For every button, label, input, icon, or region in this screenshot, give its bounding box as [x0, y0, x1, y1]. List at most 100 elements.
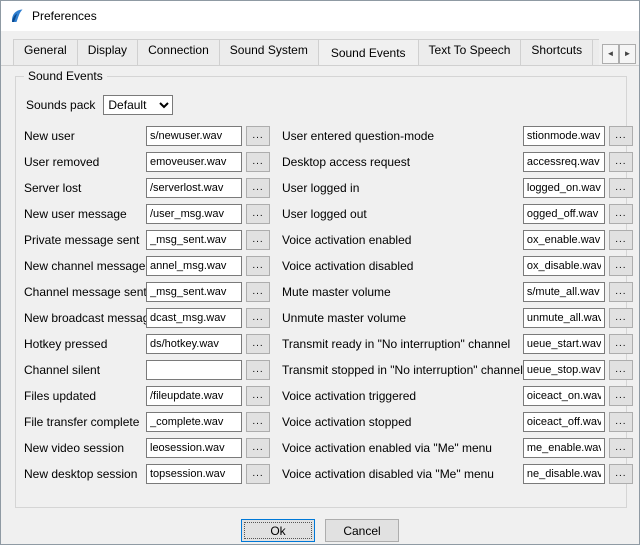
browse-button[interactable]: ... — [246, 360, 270, 380]
sound-event-row: New video session... — [24, 435, 270, 461]
browse-button[interactable]: ... — [246, 204, 270, 224]
sound-file-input[interactable] — [146, 360, 242, 380]
sounds-pack-label: Sounds pack — [26, 98, 95, 112]
browse-button[interactable]: ... — [246, 308, 270, 328]
app-icon — [9, 8, 25, 24]
sound-file-input[interactable] — [146, 282, 242, 302]
browse-button[interactable]: ... — [246, 334, 270, 354]
sound-event-row: Server lost... — [24, 175, 270, 201]
sound-event-row: New desktop session... — [24, 461, 270, 487]
browse-button[interactable]: ... — [246, 464, 270, 484]
browse-button[interactable]: ... — [246, 126, 270, 146]
sound-event-row: Channel silent... — [24, 357, 270, 383]
browse-button[interactable]: ... — [609, 282, 633, 302]
sound-file-input[interactable] — [146, 178, 242, 198]
browse-button[interactable]: ... — [609, 152, 633, 172]
sound-file-input[interactable] — [523, 204, 605, 224]
sound-file-input[interactable] — [523, 256, 605, 276]
sound-file-input[interactable] — [523, 412, 605, 432]
browse-button[interactable]: ... — [609, 256, 633, 276]
sound-file-input[interactable] — [146, 334, 242, 354]
sound-file-input[interactable] — [523, 334, 605, 354]
sound-file-input[interactable] — [523, 282, 605, 302]
tab-shortcuts[interactable]: Shortcuts — [520, 39, 593, 65]
sound-file-input[interactable] — [523, 230, 605, 250]
ok-button[interactable]: Ok — [241, 519, 315, 542]
sound-event-row: File transfer complete... — [24, 409, 270, 435]
browse-button[interactable]: ... — [246, 152, 270, 172]
sounds-pack-select[interactable]: Default — [103, 95, 173, 115]
sound-file-input[interactable] — [146, 256, 242, 276]
sound-file-input[interactable] — [146, 230, 242, 250]
browse-button[interactable]: ... — [609, 464, 633, 484]
sound-file-input[interactable] — [523, 178, 605, 198]
sound-event-row: Hotkey pressed... — [24, 331, 270, 357]
sound-file-input[interactable] — [523, 126, 605, 146]
sound-event-row: Voice activation enabled via "Me" menu..… — [282, 435, 633, 461]
tab-text-to-speech[interactable]: Text To Speech — [418, 39, 522, 65]
tab-bar: GeneralDisplayConnectionSound SystemSoun… — [1, 31, 639, 66]
sound-event-row: New user... — [24, 123, 270, 149]
sound-file-input[interactable] — [146, 126, 242, 146]
browse-button[interactable]: ... — [609, 334, 633, 354]
sound-event-label: Channel silent — [24, 363, 146, 377]
sound-event-row: New channel message... — [24, 253, 270, 279]
browse-button[interactable]: ... — [246, 282, 270, 302]
sound-event-row: Voice activation disabled via "Me" menu.… — [282, 461, 633, 487]
sound-event-row: Files updated... — [24, 383, 270, 409]
sound-event-row: Transmit stopped in "No interruption" ch… — [282, 357, 633, 383]
sound-event-label: Hotkey pressed — [24, 337, 146, 351]
cancel-button[interactable]: Cancel — [325, 519, 399, 542]
group-title: Sound Events — [24, 69, 107, 83]
browse-button[interactable]: ... — [246, 256, 270, 276]
sound-file-input[interactable] — [523, 152, 605, 172]
sound-file-input[interactable] — [146, 152, 242, 172]
tab-scroll-right-button[interactable]: ► — [619, 44, 636, 64]
sound-event-label: New desktop session — [24, 467, 146, 481]
tab-display[interactable]: Display — [77, 39, 138, 65]
tab-sound-system[interactable]: Sound System — [219, 39, 319, 65]
sound-file-input[interactable] — [146, 464, 242, 484]
sound-file-input[interactable] — [523, 386, 605, 406]
sound-file-input[interactable] — [523, 464, 605, 484]
sound-event-row: Desktop access request... — [282, 149, 633, 175]
browse-button[interactable]: ... — [246, 438, 270, 458]
sound-event-label: Voice activation disabled via "Me" menu — [282, 467, 523, 481]
browse-button[interactable]: ... — [609, 386, 633, 406]
sound-event-label: Voice activation enabled via "Me" menu — [282, 441, 523, 455]
sound-file-input[interactable] — [523, 438, 605, 458]
browse-button[interactable]: ... — [609, 438, 633, 458]
browse-button[interactable]: ... — [609, 308, 633, 328]
browse-button[interactable]: ... — [609, 178, 633, 198]
sound-file-input[interactable] — [146, 386, 242, 406]
titlebar[interactable]: Preferences — [1, 1, 639, 31]
sound-file-input[interactable] — [523, 308, 605, 328]
browse-button[interactable]: ... — [246, 386, 270, 406]
sound-file-input[interactable] — [146, 438, 242, 458]
tab-general[interactable]: General — [13, 39, 78, 65]
browse-button[interactable]: ... — [246, 178, 270, 198]
browse-button[interactable]: ... — [246, 230, 270, 250]
sound-event-label: Private message sent — [24, 233, 146, 247]
sound-file-input[interactable] — [146, 204, 242, 224]
sound-file-input[interactable] — [146, 412, 242, 432]
browse-button[interactable]: ... — [609, 204, 633, 224]
browse-button[interactable]: ... — [609, 126, 633, 146]
sound-event-label: User entered question-mode — [282, 129, 523, 143]
browse-button[interactable]: ... — [609, 360, 633, 380]
tab-scroll-left-button[interactable]: ◄ — [602, 44, 619, 64]
browse-button[interactable]: ... — [609, 230, 633, 250]
browse-button[interactable]: ... — [609, 412, 633, 432]
sound-event-label: Voice activation triggered — [282, 389, 523, 403]
tab-sound-events[interactable]: Sound Events — [318, 39, 419, 65]
sound-file-input[interactable] — [523, 360, 605, 380]
tab-video[interactable]: Video — [592, 39, 599, 65]
browse-button[interactable]: ... — [246, 412, 270, 432]
sound-events-group: Sound Events Sounds pack Default New use… — [15, 76, 627, 508]
sound-event-row: User logged in... — [282, 175, 633, 201]
sound-event-label: New broadcast message — [24, 311, 146, 325]
tab-connection[interactable]: Connection — [137, 39, 220, 65]
preferences-window: Preferences GeneralDisplayConnectionSoun… — [0, 0, 640, 545]
sound-file-input[interactable] — [146, 308, 242, 328]
sound-event-row: Transmit ready in "No interruption" chan… — [282, 331, 633, 357]
